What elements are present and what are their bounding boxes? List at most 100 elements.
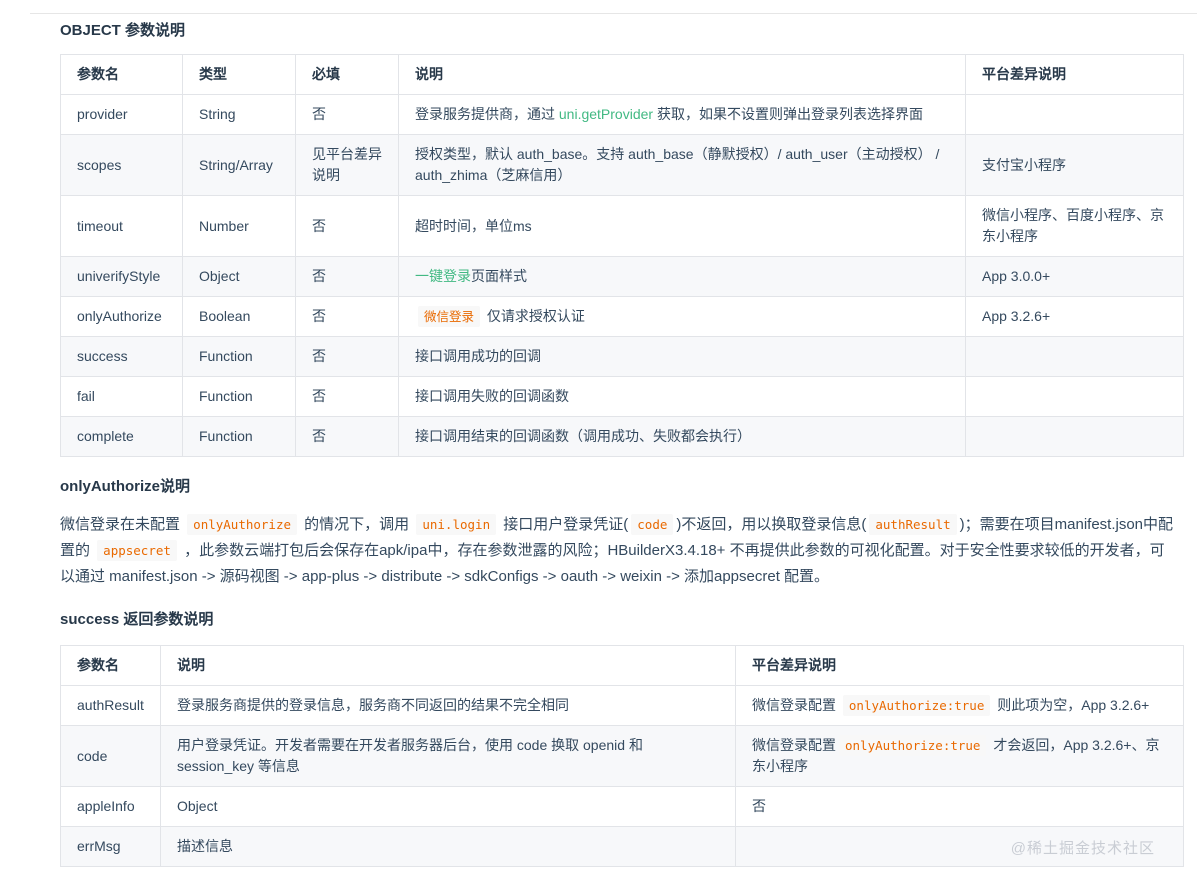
table-cell: 否: [295, 376, 399, 417]
text-span: errMsg: [77, 838, 121, 854]
text-span: scopes: [77, 156, 122, 173]
column-header: 平台差异说明: [735, 645, 1184, 686]
doc-link[interactable]: uni.getProvider: [559, 106, 653, 122]
section-heading-object-params: OBJECT 参数说明: [60, 22, 186, 39]
table-cell: 微信小程序、百度小程序、京东小程序: [965, 195, 1184, 257]
table-cell: 描述信息: [160, 826, 736, 867]
text-span: 则此项为空，App 3.2.6+: [993, 697, 1150, 713]
table-cell: 否: [295, 256, 399, 297]
text-span: 微信登录在未配置: [60, 516, 185, 533]
text-span: complete: [77, 428, 134, 444]
text-span: 用户登录凭证。开发者需要在开发者服务器后台，使用 code 换取 openid …: [177, 737, 643, 774]
table-cell: complete: [60, 416, 183, 457]
text-span: 登录服务商提供的登录信息，服务商不同返回的结果不完全相同: [177, 697, 569, 713]
text-span: String: [199, 106, 236, 122]
doc-content: OBJECT 参数说明 参数名 类型 必填 说明 平台差异说明 provider Strin…: [0, 22, 1197, 867]
text-span: Number: [199, 217, 249, 234]
column-header: 平台差异说明: [965, 54, 1184, 95]
table-cell: onlyAuthorize: [60, 296, 183, 337]
text-span: 接口调用失败的回调函数: [415, 388, 569, 404]
column-header: 说明: [398, 54, 966, 95]
table-cell: App 3.0.0+: [965, 256, 1184, 297]
table-cell: appleInfo: [60, 786, 161, 827]
column-header: 必填: [295, 54, 399, 95]
text-span: code: [77, 747, 108, 764]
table-cell: App 3.2.6+: [965, 296, 1184, 337]
text-span: 接口调用结束的回调函数（调用成功、失败都会执行）: [415, 428, 751, 444]
inline-code: code: [631, 514, 674, 535]
table-cell: [965, 376, 1184, 417]
inline-code: onlyAuthorize:true: [839, 735, 987, 756]
table-cell: 接口调用失败的回调函数: [398, 376, 966, 417]
column-header: 说明: [160, 645, 736, 686]
table-cell: [965, 94, 1184, 135]
table-cell: Function: [182, 376, 296, 417]
text-span: 仅请求授权认证: [483, 308, 585, 324]
table-cell: [965, 336, 1184, 377]
table-row: authResult 登录服务商提供的登录信息，服务商不同返回的结果不完全相同 微信…: [60, 685, 1184, 726]
text-span: 见平台差异说明: [312, 146, 382, 183]
table-cell: 否: [295, 296, 399, 337]
inline-code: onlyAuthorize:true: [842, 695, 991, 716]
table-cell: 接口调用结束的回调函数（调用成功、失败都会执行）: [398, 416, 966, 457]
column-header: 参数名: [60, 645, 161, 686]
table-cell: univerifyStyle: [60, 256, 183, 297]
table-cell: timeout: [60, 195, 183, 257]
table-row: complete Function 否 接口调用结束的回调函数（调用成功、失败都会执行…: [60, 416, 1184, 457]
table-cell: String/Array: [182, 134, 296, 196]
table-row: code 用户登录凭证。开发者需要在开发者服务器后台，使用 code 换取 ope…: [60, 725, 1184, 787]
text-span: String/Array: [199, 156, 273, 173]
table-row: provider String 否 登录服务提供商，通过 uni.getProvide…: [60, 94, 1184, 135]
table-cell: 支付宝小程序: [965, 134, 1184, 196]
text-span: success: [77, 348, 128, 364]
table-cell: 微信登录 仅请求授权认证: [398, 296, 966, 337]
table-cell: code: [60, 725, 161, 787]
section-heading-only-authorize: onlyAuthorize说明: [60, 478, 190, 495]
text-span: Boolean: [199, 308, 251, 324]
table-cell: String: [182, 94, 296, 135]
top-divider: [30, 13, 1197, 14]
text-span: 描述信息: [177, 838, 233, 854]
text-span: timeout: [77, 217, 123, 234]
table-cell: Object: [182, 256, 296, 297]
table-cell: 否: [295, 195, 399, 257]
text-span: App 3.0.0+: [982, 268, 1051, 284]
text-span: 否: [312, 217, 326, 234]
text-span: 微信登录配置: [752, 697, 840, 713]
table-cell: 见平台差异说明: [295, 134, 399, 196]
table-cell: 微信登录配置 onlyAuthorize:true 则此项为空，App 3.2.…: [735, 685, 1184, 726]
table-cell: authResult: [60, 685, 161, 726]
text-span: provider: [77, 106, 128, 122]
table-row: success Function 否 接口调用成功的回调: [60, 336, 1184, 377]
text-span: 否: [312, 348, 326, 364]
table-cell: errMsg: [60, 826, 161, 867]
inline-code: authResult: [869, 514, 957, 535]
object-params-table: 参数名 类型 必填 说明 平台差异说明 provider String 否 登录服务提供商，通过…: [60, 54, 1184, 457]
column-header: 类型: [182, 54, 296, 95]
table-cell: 否: [735, 786, 1184, 827]
text-span: 否: [312, 268, 326, 284]
text-span: 否: [312, 106, 326, 122]
table-cell: 登录服务提供商，通过 uni.getProvider 获取，如果不设置则弹出登录…: [398, 94, 966, 135]
table-cell: 用户登录凭证。开发者需要在开发者服务器后台，使用 code 换取 openid …: [160, 725, 736, 787]
table-cell: 一键登录页面样式: [398, 256, 966, 297]
doc-link[interactable]: 一键登录: [415, 268, 471, 284]
table-cell: 授权类型，默认 auth_base。支持 auth_base（静默授权）/ au…: [398, 134, 966, 196]
text-span: 接口用户登录凭证(: [499, 516, 629, 533]
table-cell: 否: [295, 94, 399, 135]
table-row: scopes String/Array 见平台差异说明 授权类型，默认 auth_ba…: [60, 134, 1184, 196]
table-row: fail Function 否 接口调用失败的回调函数: [60, 376, 1184, 417]
table-cell: Boolean: [182, 296, 296, 337]
table-cell: success: [60, 336, 183, 377]
column-header: 参数名: [60, 54, 183, 95]
text-span: 获取，如果不设置则弹出登录列表选择界面: [653, 106, 923, 122]
table-cell: [735, 826, 1184, 867]
text-span: Function: [199, 428, 253, 444]
table-cell: provider: [60, 94, 183, 135]
text-span: Function: [199, 388, 253, 404]
inline-code: appsecret: [97, 540, 177, 561]
text-span: fail: [77, 388, 95, 404]
text-span: 授权类型，默认 auth_base。支持 auth_base（静默授权）/ au…: [415, 146, 940, 183]
text-span: 否: [752, 798, 766, 814]
inline-code: onlyAuthorize: [187, 514, 298, 535]
